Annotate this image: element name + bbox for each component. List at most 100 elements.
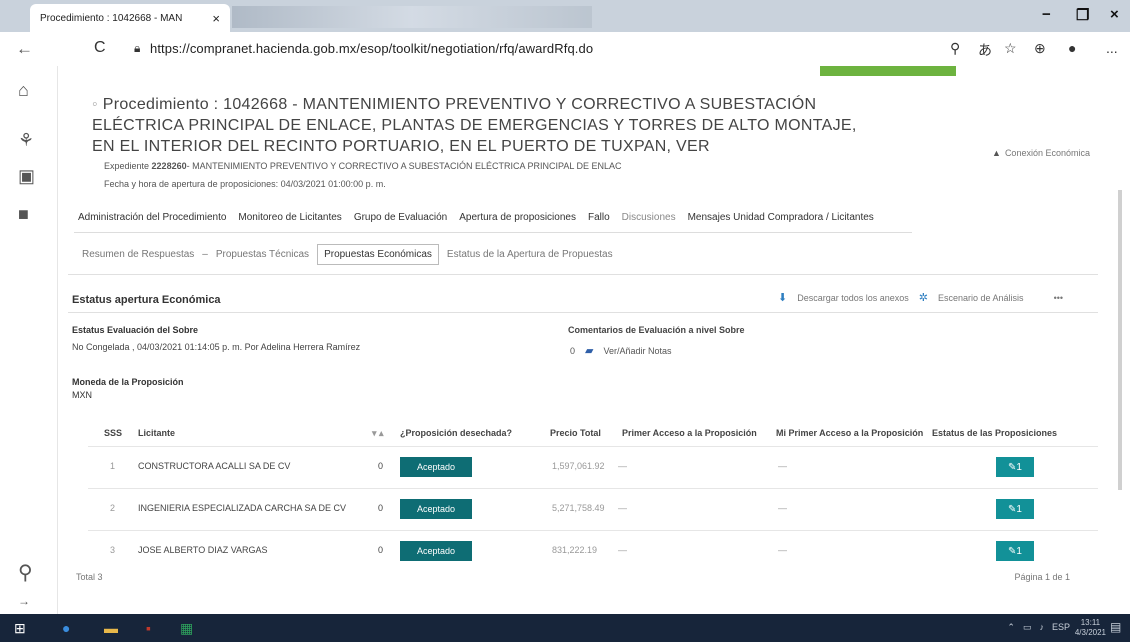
tab-apertura[interactable]: Apertura de proposiciones xyxy=(459,212,576,223)
tab-administracion[interactable]: Administración del Procedimiento xyxy=(78,212,226,223)
sub-tabs: Resumen de Respuestas – Propuestas Técni… xyxy=(82,244,613,265)
file-explorer-icon[interactable]: ▬ xyxy=(104,620,118,636)
expand-icon[interactable]: → xyxy=(18,594,30,608)
moneda-label: Moneda de la Proposición xyxy=(72,377,184,387)
section-actions: ⬇ Descargar todos los anexos ✲ Escenario… xyxy=(778,291,1063,304)
home-icon[interactable]: ⌂ xyxy=(18,80,29,101)
header-desechada[interactable]: ¿Proposición desechada? xyxy=(400,428,512,438)
header-estatus[interactable]: Estatus de las Proposiciones xyxy=(932,428,1057,438)
subtab-tecnicas[interactable]: Propuestas Técnicas xyxy=(216,249,309,260)
estatus-button[interactable]: ✎1 xyxy=(996,541,1034,561)
estatus-evaluacion-value: No Congelada , 04/03/2021 01:14:05 p. m.… xyxy=(72,342,361,352)
tab-discusiones[interactable]: Discusiones xyxy=(622,212,676,223)
key-icon[interactable]: ⚲ xyxy=(950,40,960,57)
page-content: ◦ Procedimiento : 1042668 - MANTENIMIENT… xyxy=(58,66,1130,614)
download-all-link[interactable]: Descargar todos los anexos xyxy=(797,293,909,303)
escenario-link[interactable]: Escenario de Análisis xyxy=(938,293,1024,303)
table-row[interactable]: 3 JOSE ALBERTO DIAZ VARGAS 0 Aceptado 83… xyxy=(88,530,1098,572)
comentarios-label: Comentarios de Evaluación a nivel Sobre xyxy=(568,325,745,335)
system-tray: ⌃ ▭ ♪ ESP xyxy=(1007,622,1070,633)
more-options-icon[interactable]: ••• xyxy=(1054,293,1063,303)
conexion-economica[interactable]: ▲ Conexión Económica xyxy=(992,148,1090,158)
restore-icon[interactable]: ❐ xyxy=(1076,6,1089,24)
browser-tab[interactable]: Procedimiento : 1042668 - MAN × xyxy=(30,4,230,32)
estatus-evaluacion-label: Estatus Evaluación del Sobre xyxy=(72,325,199,335)
row-sss: 1 xyxy=(110,461,116,471)
games-icon[interactable]: ▣ xyxy=(18,166,35,187)
profile-icon[interactable]: ● xyxy=(1068,40,1076,56)
tab-title: Procedimiento : 1042668 - MAN xyxy=(40,12,183,24)
scrollbar[interactable] xyxy=(1118,190,1122,490)
subtab-separator: – xyxy=(202,249,208,260)
status-badge[interactable]: Aceptado xyxy=(400,541,472,561)
comentarios-row: 0 ▰ Ver/Añadir Notas xyxy=(570,344,672,357)
notifications-icon[interactable]: ▤ xyxy=(1110,620,1121,634)
row-count: 0 xyxy=(378,461,384,471)
expediente-prefix: Expediente xyxy=(104,161,152,171)
row-precio: 831,222.19 xyxy=(552,545,598,555)
search-icon[interactable]: ⚲ xyxy=(18,560,33,585)
shopping-icon[interactable]: ⚘ xyxy=(18,130,34,151)
subtab-resumen[interactable]: Resumen de Respuestas xyxy=(82,249,194,260)
row-count: 0 xyxy=(378,545,384,555)
fecha-apertura: Fecha y hora de apertura de proposicione… xyxy=(104,179,386,189)
header-licitante[interactable]: Licitante xyxy=(138,428,175,438)
network-icon[interactable]: ▭ xyxy=(1023,622,1032,633)
scenario-icon: ✲ xyxy=(918,292,928,304)
close-tab-icon[interactable]: × xyxy=(212,11,220,26)
table-row[interactable]: 2 INGENIERIA ESPECIALIZADA CARCHA SA DE … xyxy=(88,488,1098,530)
expediente-line: Expediente 2228260- MANTENIMIENTO PREVEN… xyxy=(104,161,622,171)
back-icon[interactable]: ← xyxy=(16,39,33,59)
conexion-label: Conexión Económica xyxy=(1004,148,1090,158)
divider xyxy=(68,274,1098,275)
row-precio: 5,271,758.49 xyxy=(552,503,605,513)
subtab-estatus-apertura[interactable]: Estatus de la Apertura de Propuestas xyxy=(447,249,613,260)
url-input[interactable]: https://compranet.hacienda.gob.mx/esop/t… xyxy=(150,41,593,56)
favorites-icon[interactable]: ☆ xyxy=(1004,40,1017,57)
tab-strip-background xyxy=(232,6,592,28)
clock[interactable]: 13:11 4/3/2021 xyxy=(1075,618,1106,638)
windows-taskbar: ⊞ ● ▬ ▪ ▦ ⌃ ▭ ♪ ESP 13:11 4/3/2021 ▤ xyxy=(0,614,1130,642)
minimize-icon[interactable]: − xyxy=(1042,6,1051,23)
collapse-icon[interactable]: ◦ xyxy=(92,96,103,113)
tab-monitoreo[interactable]: Monitoreo de Licitantes xyxy=(238,212,341,223)
estatus-button[interactable]: ✎1 xyxy=(996,499,1034,519)
row-sss: 3 xyxy=(110,545,116,555)
address-bar: ← C 🔒︎ https://compranet.hacienda.gob.mx… xyxy=(0,32,1130,66)
table-row[interactable]: 1 CONSTRUCTORA ACALLI SA DE CV 0 Aceptad… xyxy=(88,446,1098,488)
collections-icon[interactable]: ⊕ xyxy=(1034,40,1046,57)
edge-icon[interactable]: ● xyxy=(62,620,70,636)
tab-mensajes[interactable]: Mensajes Unidad Compradora / Licitantes xyxy=(688,212,874,223)
office-icon[interactable]: ■ xyxy=(18,204,29,225)
header-sss[interactable]: SSS xyxy=(104,428,122,438)
browser-tab-bar: Procedimiento : 1042668 - MAN × − ❐ × xyxy=(0,0,1130,32)
tabs-divider xyxy=(74,232,912,233)
comentarios-count: 0 xyxy=(570,345,576,356)
row-licitante[interactable]: JOSE ALBERTO DIAZ VARGAS xyxy=(138,545,268,555)
window-close-icon[interactable]: × xyxy=(1110,6,1119,23)
excel-icon[interactable]: ▦ xyxy=(180,620,193,637)
tray-up-icon[interactable]: ⌃ xyxy=(1007,622,1015,633)
language-indicator[interactable]: ESP xyxy=(1052,622,1070,633)
subtab-economicas[interactable]: Propuestas Económicas xyxy=(317,244,439,265)
sort-icon[interactable]: ▾ ▴ xyxy=(372,428,384,439)
more-icon[interactable]: ... xyxy=(1106,40,1118,56)
volume-icon[interactable]: ♪ xyxy=(1039,622,1044,633)
estatus-button[interactable]: ✎1 xyxy=(996,457,1034,477)
status-badge[interactable]: Aceptado xyxy=(400,457,472,477)
status-badge[interactable]: Aceptado xyxy=(400,499,472,519)
header-precio[interactable]: Precio Total xyxy=(550,428,601,438)
row-licitante[interactable]: INGENIERIA ESPECIALIZADA CARCHA SA DE CV xyxy=(138,503,346,513)
header-mi-primer-acceso[interactable]: Mi Primer Acceso a la Proposición xyxy=(776,428,923,438)
header-primer-acceso[interactable]: Primer Acceso a la Proposición xyxy=(622,428,757,438)
tab-grupo-evaluacion[interactable]: Grupo de Evaluación xyxy=(354,212,447,223)
windows-start-icon[interactable]: ⊞ xyxy=(14,620,26,637)
row-licitante[interactable]: CONSTRUCTORA ACALLI SA DE CV xyxy=(138,461,290,471)
ver-anadir-notas-link[interactable]: Ver/Añadir Notas xyxy=(603,346,671,356)
green-action-button[interactable] xyxy=(820,66,956,76)
pdf-icon[interactable]: ▪ xyxy=(146,620,151,636)
moneda-value: MXN xyxy=(72,390,92,400)
translate-icon[interactable]: あ xyxy=(978,40,992,60)
reload-icon[interactable]: C xyxy=(94,39,106,57)
tab-fallo[interactable]: Fallo xyxy=(588,212,610,223)
